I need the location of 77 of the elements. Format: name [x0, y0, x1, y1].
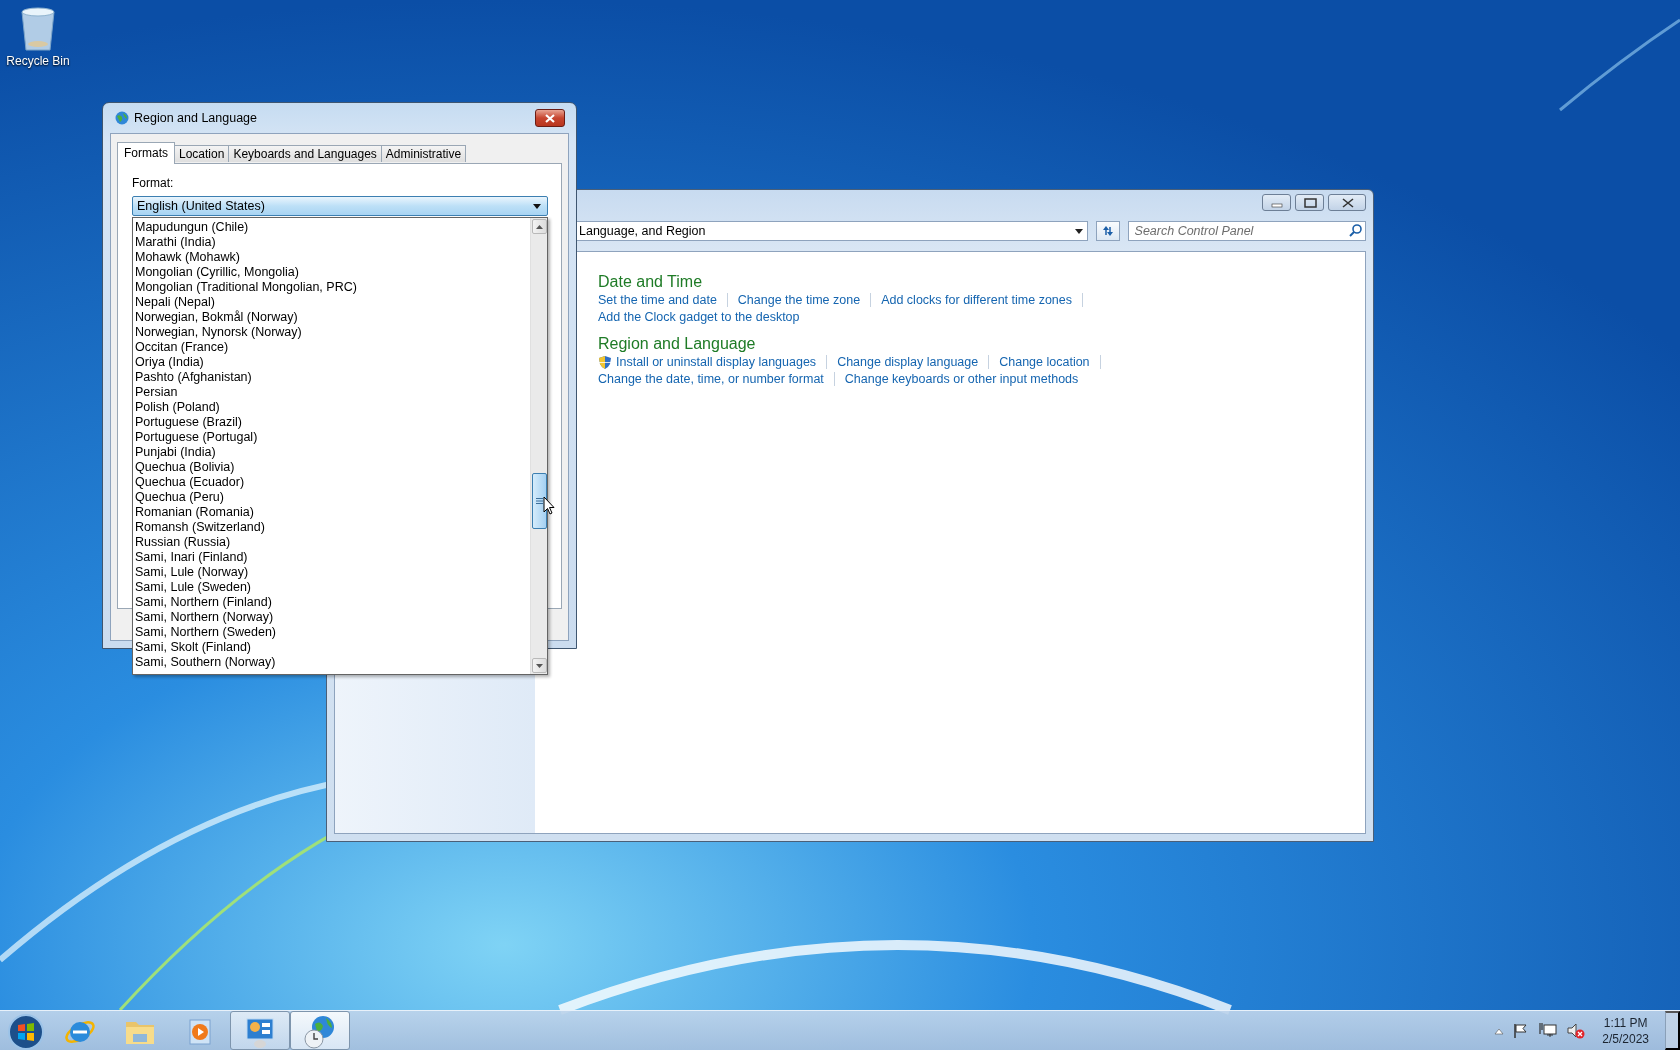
settings-link[interactable]: Add clocks for different time zones [881, 291, 1072, 309]
dropdown-option[interactable]: Mohawk (Mohawk) [133, 250, 530, 265]
dropdown-option[interactable]: Occitan (France) [133, 340, 530, 355]
network-icon[interactable] [1538, 1022, 1559, 1039]
address-text: Language, and Region [579, 222, 706, 240]
dropdown-option[interactable]: Persian [133, 385, 530, 400]
dropdown-option[interactable]: Pashto (Afghanistan) [133, 370, 530, 385]
dropdown-option[interactable]: Sami, Northern (Sweden) [133, 625, 530, 640]
dropdown-arrow-icon [531, 202, 543, 210]
scroll-up-button[interactable] [532, 219, 547, 234]
minimize-icon [1271, 203, 1283, 208]
dropdown-option[interactable]: Portuguese (Brazil) [133, 415, 530, 430]
scroll-thumb[interactable] [532, 473, 547, 529]
refresh-button[interactable] [1095, 220, 1120, 241]
dropdown-option[interactable]: Sami, Skolt (Finland) [133, 640, 530, 655]
category-heading[interactable]: Region and Language [598, 333, 1111, 354]
scrollbar[interactable] [530, 218, 547, 674]
maximize-button[interactable] [1295, 194, 1324, 211]
close-icon [543, 112, 557, 124]
settings-link[interactable]: Change location [999, 353, 1090, 371]
dropdown-option[interactable]: Sami, Lule (Sweden) [133, 580, 530, 595]
muted-speaker-icon[interactable] [1566, 1022, 1587, 1039]
dropdown-option[interactable]: Quechua (Peru) [133, 490, 530, 505]
show-desktop-button[interactable] [1665, 1011, 1680, 1050]
settings-link[interactable]: Change keyboards or other input methods [844, 370, 1079, 388]
tab[interactable]: Keyboards and Languages [228, 145, 382, 162]
close-button[interactable] [1328, 194, 1366, 211]
settings-link[interactable]: Change the date, time, or number format [598, 370, 824, 388]
category-heading[interactable]: Date and Time [598, 271, 1111, 292]
dropdown-option[interactable]: Russian (Russia) [133, 535, 530, 550]
settings-link[interactable]: Change the time zone [737, 291, 861, 309]
dropdown-option[interactable]: Romanian (Romania) [133, 505, 530, 520]
scroll-down-button[interactable] [532, 658, 547, 673]
show-hidden-icons-button[interactable] [1494, 1026, 1505, 1035]
tab[interactable]: Formats [117, 142, 175, 164]
dropdown-option[interactable]: Portuguese (Portugal) [133, 430, 530, 445]
dropdown-option[interactable]: Sami, Southern (Norway) [133, 655, 530, 670]
recycle-bin-icon[interactable] [18, 4, 58, 52]
maximize-icon [1304, 198, 1317, 208]
field-label: Format: [132, 175, 175, 192]
dropdown-option[interactable]: Nepali (Nepal) [133, 295, 530, 310]
dropdown-option[interactable]: Sami, Lule (Norway) [133, 565, 530, 580]
close-icon [1342, 198, 1354, 208]
settings-link[interactable]: Install or uninstall display languages [598, 353, 817, 371]
shield-icon [598, 354, 612, 370]
search-input[interactable]: Search Control Panel [1128, 221, 1329, 241]
globe-icon [114, 110, 130, 126]
dropdown-option[interactable]: Romansh (Switzerland) [133, 520, 530, 535]
window-title: Region and Language [134, 109, 259, 127]
dropdown-option[interactable]: Sami, Inari (Finland) [133, 550, 530, 565]
tab[interactable]: Location [174, 145, 230, 162]
dropdown-option[interactable]: Punjabi (India) [133, 445, 530, 460]
desktop-icon-label[interactable]: Recycle Bin [6, 52, 70, 70]
tab[interactable]: Administrative [380, 145, 467, 162]
search-icon[interactable] [1347, 222, 1365, 239]
settings-link[interactable]: Change display language [837, 353, 979, 371]
up-arrow-icon [536, 224, 543, 229]
format-dropdown[interactable]: English (United States) [132, 196, 548, 216]
taskbar-button[interactable] [290, 1011, 350, 1050]
dropdown-option[interactable]: Sami, Northern (Norway) [133, 610, 530, 625]
dropdown-option[interactable]: Norwegian, Bokmål (Norway) [133, 310, 530, 325]
settings-link[interactable]: Add the Clock gadget to the desktop [598, 308, 800, 326]
dropdown-option[interactable]: Sami, Northern (Finland) [133, 595, 530, 610]
dropdown-option[interactable]: Mongolian (Traditional Mongolian, PRC) [133, 280, 530, 295]
settings-link[interactable]: Set the time and date [598, 291, 717, 309]
minimize-button[interactable] [1262, 194, 1291, 211]
taskbar-button[interactable] [230, 1011, 290, 1050]
dropdown-option[interactable]: Oriya (India) [133, 355, 530, 370]
down-arrow-icon [536, 663, 543, 668]
clock[interactable]: 1:11 PM 2/5/2023 [1602, 1014, 1649, 1047]
close-button[interactable] [535, 109, 565, 127]
dropdown-option[interactable]: Quechua (Bolivia) [133, 460, 530, 475]
dropdown-option[interactable]: Quechua (Ecuador) [133, 475, 530, 490]
search-field[interactable]: Search Control Panel [1127, 220, 1366, 241]
dropdown-option[interactable]: Norwegian, Nynorsk (Norway) [133, 325, 530, 340]
dropdown-option[interactable]: Polish (Poland) [133, 400, 530, 415]
dropdown-option[interactable]: Mongolian (Cyrillic, Mongolia) [133, 265, 530, 280]
